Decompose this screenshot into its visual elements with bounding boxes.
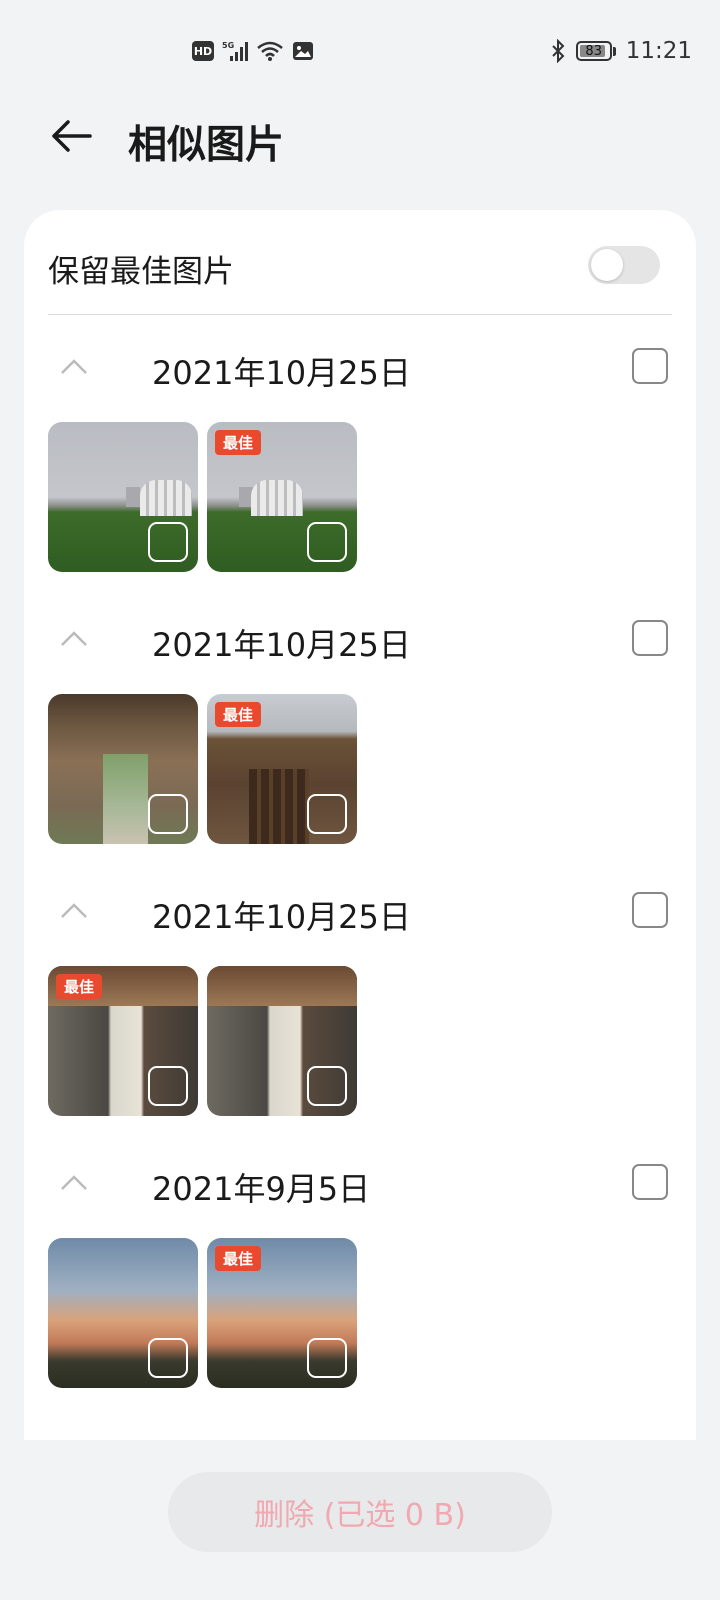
photo-group: 2021年9月5日 最佳 bbox=[48, 1144, 672, 1422]
back-button[interactable] bbox=[48, 112, 96, 160]
chevron-up-icon[interactable] bbox=[60, 1172, 88, 1192]
svg-text:5G: 5G bbox=[222, 41, 234, 50]
delete-button[interactable]: 删除 (已选 0 B) bbox=[168, 1472, 552, 1552]
photo-thumbnail[interactable] bbox=[207, 966, 357, 1116]
group-thumbnails: 最佳 bbox=[48, 966, 357, 1116]
photo-select-checkbox[interactable] bbox=[148, 1066, 188, 1106]
group-thumbnails: 最佳 bbox=[48, 422, 357, 572]
chevron-up-icon[interactable] bbox=[60, 628, 88, 648]
photo-thumbnail[interactable] bbox=[48, 694, 198, 844]
battery-level: 83 bbox=[585, 43, 602, 59]
photo-group: 2021年10月25日 最佳 bbox=[48, 328, 672, 606]
group-select-checkbox[interactable] bbox=[632, 892, 668, 928]
chevron-up-icon[interactable] bbox=[60, 356, 88, 376]
keep-best-toggle[interactable] bbox=[588, 246, 660, 284]
best-badge: 最佳 bbox=[215, 1246, 262, 1271]
group-thumbnails: 最佳 bbox=[48, 694, 357, 844]
status-icons-right: 83 11:21 bbox=[550, 38, 692, 64]
bluetooth-icon bbox=[551, 39, 565, 63]
group-select-checkbox[interactable] bbox=[632, 1164, 668, 1200]
group-select-checkbox[interactable] bbox=[632, 348, 668, 384]
keep-best-label: 保留最佳图片 bbox=[48, 254, 234, 290]
photo-thumbnail[interactable]: 最佳 bbox=[207, 422, 357, 572]
best-badge: 最佳 bbox=[215, 430, 262, 455]
group-thumbnails: 最佳 bbox=[48, 1238, 357, 1388]
page-title: 相似图片 bbox=[128, 123, 285, 168]
photo-select-checkbox[interactable] bbox=[148, 794, 188, 834]
photo-select-checkbox[interactable] bbox=[307, 794, 347, 834]
photo-group: 2021年10月25日 最佳 bbox=[48, 600, 672, 878]
wifi-icon bbox=[257, 41, 283, 61]
best-badge: 最佳 bbox=[56, 974, 103, 999]
arrow-left-icon bbox=[52, 120, 92, 152]
toggle-knob bbox=[591, 249, 623, 281]
best-badge: 最佳 bbox=[215, 702, 262, 727]
chevron-up-icon[interactable] bbox=[60, 900, 88, 920]
signal-5g-icon: 5G bbox=[222, 41, 248, 61]
clock-time: 11:21 bbox=[625, 38, 692, 64]
photo-thumbnail[interactable]: 最佳 bbox=[48, 966, 198, 1116]
photo-select-checkbox[interactable] bbox=[148, 522, 188, 562]
group-date: 2021年10月25日 bbox=[152, 354, 411, 392]
group-date: 2021年10月25日 bbox=[152, 898, 411, 936]
app-header: 相似图片 bbox=[0, 100, 720, 200]
photo-select-checkbox[interactable] bbox=[307, 1338, 347, 1378]
hd-icon: HD bbox=[192, 41, 214, 61]
photo-group: 2021年10月25日 最佳 bbox=[48, 872, 672, 1150]
battery-icon: 83 bbox=[575, 41, 616, 61]
photo-select-checkbox[interactable] bbox=[307, 1066, 347, 1106]
photo-thumbnail[interactable] bbox=[48, 1238, 198, 1388]
photo-thumbnail[interactable] bbox=[48, 422, 198, 572]
photo-thumbnail[interactable]: 最佳 bbox=[207, 694, 357, 844]
status-icons-center: HD 5G bbox=[192, 40, 314, 62]
group-select-checkbox[interactable] bbox=[632, 620, 668, 656]
photo-select-checkbox[interactable] bbox=[148, 1338, 188, 1378]
photo-thumbnail[interactable]: 最佳 bbox=[207, 1238, 357, 1388]
status-bar: HD 5G 83 11:21 bbox=[0, 0, 720, 100]
group-date: 2021年10月25日 bbox=[152, 626, 411, 664]
similar-photos-card: 保留最佳图片 2021年10月25日 最佳 2021年10月25日 最佳 202… bbox=[24, 210, 696, 1440]
photo-select-checkbox[interactable] bbox=[307, 522, 347, 562]
group-date: 2021年9月5日 bbox=[152, 1170, 371, 1208]
image-notification-icon bbox=[293, 42, 313, 60]
keep-best-row: 保留最佳图片 bbox=[48, 210, 672, 315]
